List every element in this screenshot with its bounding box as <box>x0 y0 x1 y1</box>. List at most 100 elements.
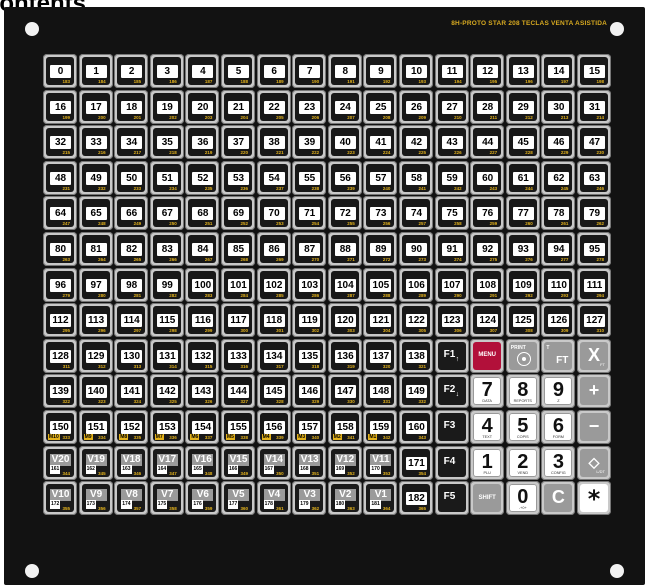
key-14[interactable]: O14197 <box>541 54 576 88</box>
key-v15[interactable]: V15 166 349 <box>221 445 255 480</box>
key-149[interactable]: 149 332 <box>399 374 433 409</box>
function-key-f4[interactable]: F4 <box>434 445 469 480</box>
key-124[interactable]: 124 307 <box>470 303 505 338</box>
key-56[interactable]: 56 239 <box>327 160 362 195</box>
key-46[interactable]: +46229 <box>541 125 576 160</box>
numpad-key-5[interactable]: 5 COPIS <box>505 410 540 444</box>
key-148[interactable]: 148 331 <box>363 374 398 409</box>
key-v2[interactable]: V2 180 363 <box>327 481 362 516</box>
key-101[interactable]: 101 284 <box>221 267 255 302</box>
key-147[interactable]: 147 330 <box>327 374 362 409</box>
key-35[interactable]: 35 218 <box>149 125 184 160</box>
key-130[interactable]: 130 313 <box>114 338 149 373</box>
key-107[interactable]: 107 290 <box>434 267 469 302</box>
menu-key[interactable]: MENU <box>470 338 505 373</box>
key-52[interactable]: 52 235 <box>185 160 220 195</box>
key-42[interactable]: ¿?42225 <box>399 125 433 160</box>
numpad-key-3[interactable]: 3 CONFIG <box>541 445 576 480</box>
key-38[interactable]: 38 221 <box>256 125 291 160</box>
key-156[interactable]: 156 M4 339 <box>256 410 291 444</box>
key-28[interactable]: @28211 <box>470 89 505 124</box>
key-v11[interactable]: V11 170 353 <box>363 445 398 480</box>
key-127[interactable]: 127 310 <box>577 303 611 338</box>
numpad-key-8[interactable]: 8 REPORTS <box>505 374 540 409</box>
key-121[interactable]: 121 304 <box>363 303 398 338</box>
key-97[interactable]: 97 280 <box>78 267 113 302</box>
key-135[interactable]: 135 318 <box>292 338 327 373</box>
key-18[interactable]: S18201 <box>114 89 149 124</box>
key-78[interactable]: 78 261 <box>541 196 576 231</box>
key-171[interactable]: 171 354 <box>399 445 433 480</box>
key-95[interactable]: 95 278 <box>577 232 611 266</box>
key-37[interactable]: 37 220 <box>221 125 255 160</box>
key-83[interactable]: 83 266 <box>149 232 184 266</box>
function-key-f2[interactable]: F2 ↓ <box>434 374 469 409</box>
key-55[interactable]: 55 238 <box>292 160 327 195</box>
key-155[interactable]: 155 M5 338 <box>221 410 255 444</box>
key-123[interactable]: 123 306 <box>434 303 469 338</box>
key-7[interactable]: H7190 <box>292 54 327 88</box>
key-145[interactable]: 145 328 <box>256 374 291 409</box>
numpad-key-0[interactable]: 0 -+0+ <box>505 481 540 516</box>
key-1[interactable]: B1184 <box>78 54 113 88</box>
numpad-key-2[interactable]: 2 VEND <box>505 445 540 480</box>
key-153[interactable]: 153 M7 336 <box>149 410 184 444</box>
key-65[interactable]: 65 248 <box>78 196 113 231</box>
key-23[interactable]: X23206 <box>292 89 327 124</box>
key-58[interactable]: 58 241 <box>399 160 433 195</box>
key-49[interactable]: €49232 <box>78 160 113 195</box>
key-6[interactable]: G6189 <box>256 54 291 88</box>
key-40[interactable]: 40 223 <box>327 125 362 160</box>
key-154[interactable]: 154 M6 337 <box>185 410 220 444</box>
key-70[interactable]: 70 253 <box>256 196 291 231</box>
key-126[interactable]: 126 309 <box>541 303 576 338</box>
numpad-key-1[interactable]: 1 PLU <box>470 445 505 480</box>
key-5[interactable]: F5188 <box>221 54 255 88</box>
key-111[interactable]: 111 294 <box>577 267 611 302</box>
key-47[interactable]: $47230 <box>577 125 611 160</box>
key-138[interactable]: 138 321 <box>399 338 433 373</box>
key-108[interactable]: 108 291 <box>470 267 505 302</box>
key-103[interactable]: 103 286 <box>292 267 327 302</box>
key-30[interactable]: 30 213 <box>541 89 576 124</box>
key-77[interactable]: 77 260 <box>505 196 540 231</box>
key-85[interactable]: 85 268 <box>221 232 255 266</box>
key-100[interactable]: 100 283 <box>185 267 220 302</box>
numpad-key-9[interactable]: 9Z <box>541 374 576 409</box>
key-69[interactable]: 69 252 <box>221 196 255 231</box>
key-10[interactable]: K10193 <box>399 54 433 88</box>
key-122[interactable]: 122 305 <box>399 303 433 338</box>
key-31[interactable]: 31 214 <box>577 89 611 124</box>
multiply-key[interactable]: X FT <box>577 338 611 373</box>
function-key-f3[interactable]: F3 <box>434 410 469 444</box>
key-98[interactable]: 98 281 <box>114 267 149 302</box>
key-92[interactable]: 92 275 <box>470 232 505 266</box>
key-140[interactable]: 140 323 <box>78 374 113 409</box>
key-20[interactable]: U20203 <box>185 89 220 124</box>
key-41[interactable]: 41 224 <box>363 125 398 160</box>
key-43[interactable]: |43226 <box>434 125 469 160</box>
key-116[interactable]: 116 299 <box>185 303 220 338</box>
key-158[interactable]: 158 M2 341 <box>327 410 362 444</box>
key-139[interactable]: 139 322 <box>43 374 77 409</box>
key-142[interactable]: 142 325 <box>149 374 184 409</box>
key-33[interactable]: =33216 <box>78 125 113 160</box>
key-152[interactable]: 152 M8 335 <box>114 410 149 444</box>
key-146[interactable]: 146 329 <box>292 374 327 409</box>
key-4[interactable]: E4187 <box>185 54 220 88</box>
key-102[interactable]: 102 285 <box>256 267 291 302</box>
key-96[interactable]: 96 279 <box>43 267 77 302</box>
key-115[interactable]: 115 298 <box>149 303 184 338</box>
key-136[interactable]: 136 319 <box>327 338 362 373</box>
key-v13[interactable]: V13 168 351 <box>292 445 327 480</box>
function-key-f1[interactable]: F1 ↑ <box>434 338 469 373</box>
numpad-key-4[interactable]: 4 TEXT <box>470 410 505 444</box>
key-71[interactable]: 71 254 <box>292 196 327 231</box>
shift-key[interactable]: SHIFT <box>470 481 505 516</box>
key-87[interactable]: 87 270 <box>292 232 327 266</box>
key-118[interactable]: 118 301 <box>256 303 291 338</box>
key-57[interactable]: 57 240 <box>363 160 398 195</box>
key-80[interactable]: 80 263 <box>43 232 77 266</box>
key-44[interactable]: ><44227 <box>470 125 505 160</box>
key-v18[interactable]: V18 163 346 <box>114 445 149 480</box>
